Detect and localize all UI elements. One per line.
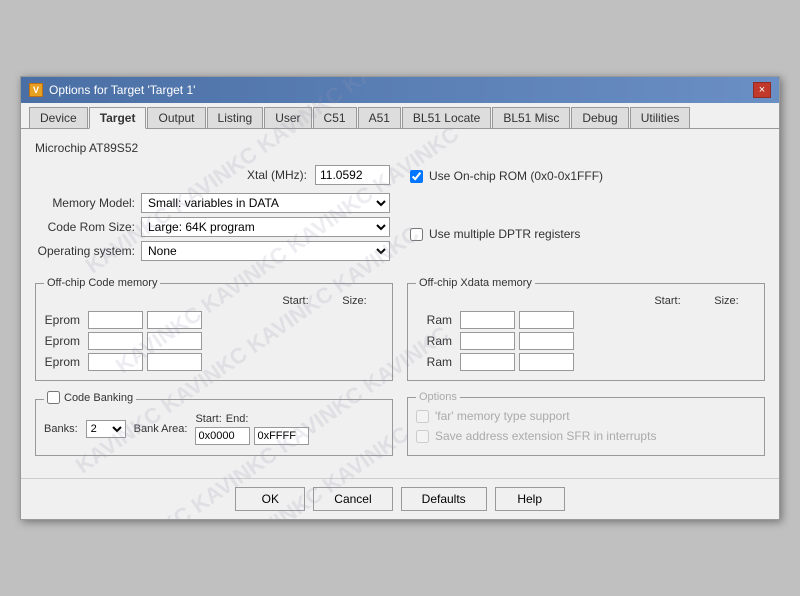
xdata-row-2-label: Ram bbox=[416, 334, 456, 348]
rom-checkbox-row: Use On-chip ROM (0x0-0x1FFF) bbox=[410, 169, 765, 183]
main-dialog: KAVINKC KAVINKC KAVINKC KAVINKC KAVINKC … bbox=[20, 76, 780, 520]
tab-content: Microchip AT89S52 Xtal (MHz): Memory Mod… bbox=[21, 129, 779, 478]
code-rom-select[interactable]: Large: 64K program bbox=[141, 217, 390, 237]
tab-debug[interactable]: Debug bbox=[571, 107, 628, 128]
defaults-button[interactable]: Defaults bbox=[401, 487, 487, 511]
save-sfr-checkbox[interactable] bbox=[416, 430, 429, 443]
xdata-start-header: Start: bbox=[640, 295, 695, 307]
banks-select[interactable]: 2 bbox=[86, 420, 126, 438]
dptr-checkbox-label: Use multiple DPTR registers bbox=[429, 227, 580, 241]
save-checkbox-row: Save address extension SFR in interrupts bbox=[416, 429, 756, 443]
code-row-3-start[interactable] bbox=[88, 353, 143, 371]
cancel-button[interactable]: Cancel bbox=[313, 487, 392, 511]
tab-utilities[interactable]: Utilities bbox=[630, 107, 691, 128]
code-row-1-start[interactable] bbox=[88, 311, 143, 329]
code-banking-label: Code Banking bbox=[64, 392, 133, 404]
xdata-size-header: Size: bbox=[699, 295, 754, 307]
xdata-row-2-size[interactable] bbox=[519, 332, 574, 350]
xdata-row-3: Ram bbox=[416, 353, 756, 371]
tab-user[interactable]: User bbox=[264, 107, 311, 128]
tab-bl51misc[interactable]: BL51 Misc bbox=[492, 107, 570, 128]
microchip-label: Microchip AT89S52 bbox=[35, 141, 765, 155]
xtal-row: Xtal (MHz): bbox=[35, 165, 390, 185]
dptr-checkbox-row: Use multiple DPTR registers bbox=[410, 227, 765, 241]
code-rom-row: Code Rom Size: Large: 64K program bbox=[35, 217, 390, 237]
os-select[interactable]: None bbox=[141, 241, 390, 261]
memory-model-row: Memory Model: Small: variables in DATA bbox=[35, 193, 390, 213]
xdata-row-2-start[interactable] bbox=[460, 332, 515, 350]
banks-label: Banks: bbox=[44, 423, 78, 435]
code-row-2-start[interactable] bbox=[88, 332, 143, 350]
code-rom-label: Code Rom Size: bbox=[35, 220, 135, 234]
tab-target[interactable]: Target bbox=[89, 107, 147, 129]
bank-area-label: Bank Area: bbox=[134, 423, 188, 435]
code-row-2-label: Eprom bbox=[44, 334, 84, 348]
bottom-section: Code Banking Banks: 2 Bank Area: Start: … bbox=[35, 391, 765, 456]
xdata-row-1-size[interactable] bbox=[519, 311, 574, 329]
xdata-row-3-label: Ram bbox=[416, 355, 456, 369]
button-bar: OK Cancel Defaults Help bbox=[21, 478, 779, 519]
left-section: Xtal (MHz): Memory Model: Small: variabl… bbox=[35, 165, 390, 265]
xdata-row-1: Ram bbox=[416, 311, 756, 329]
code-row-1: Eprom bbox=[44, 311, 384, 329]
code-banking-checkbox[interactable] bbox=[47, 391, 60, 404]
banking-start-input[interactable] bbox=[195, 427, 250, 445]
tab-listing[interactable]: Listing bbox=[207, 107, 264, 128]
memory-section: Off-chip Code memory Start: Size: Eprom … bbox=[35, 277, 765, 381]
far-memory-checkbox[interactable] bbox=[416, 410, 429, 423]
xdata-row-1-start[interactable] bbox=[460, 311, 515, 329]
code-start-header: Start: bbox=[268, 295, 323, 307]
app-icon: V bbox=[29, 83, 43, 97]
offchip-code-fieldset: Off-chip Code memory Start: Size: Eprom … bbox=[35, 277, 393, 381]
code-row-3-size[interactable] bbox=[147, 353, 202, 371]
xdata-row-3-size[interactable] bbox=[519, 353, 574, 371]
banking-end-input[interactable] bbox=[254, 427, 309, 445]
tab-c51[interactable]: C51 bbox=[313, 107, 357, 128]
ok-button[interactable]: OK bbox=[235, 487, 305, 511]
os-label: Operating system: bbox=[35, 244, 135, 258]
tab-bl51locate[interactable]: BL51 Locate bbox=[402, 107, 491, 128]
save-sfr-label: Save address extension SFR in interrupts bbox=[435, 429, 656, 443]
tab-a51[interactable]: A51 bbox=[358, 107, 401, 128]
right-section: Use On-chip ROM (0x0-0x1FFF) Use multipl… bbox=[410, 165, 765, 265]
code-row-1-label: Eprom bbox=[44, 313, 84, 327]
code-row-1-size[interactable] bbox=[147, 311, 202, 329]
memory-model-label: Memory Model: bbox=[35, 196, 135, 210]
far-memory-fieldset: Options 'far' memory type support Save a… bbox=[407, 391, 765, 456]
banking-content: Banks: 2 Bank Area: Start: End: bbox=[44, 413, 384, 445]
code-row-3: Eprom bbox=[44, 353, 384, 371]
tab-device[interactable]: Device bbox=[29, 107, 88, 128]
offchip-xdata-fieldset: Off-chip Xdata memory Start: Size: Ram R… bbox=[407, 277, 765, 381]
rom-checkbox-label: Use On-chip ROM (0x0-0x1FFF) bbox=[429, 169, 603, 183]
tab-output[interactable]: Output bbox=[147, 107, 205, 128]
xdata-row-1-label: Ram bbox=[416, 313, 456, 327]
far-checkbox-row: 'far' memory type support bbox=[416, 409, 756, 423]
xtal-label: Xtal (MHz): bbox=[247, 168, 307, 182]
code-row-2: Eprom bbox=[44, 332, 384, 350]
code-size-header: Size: bbox=[327, 295, 382, 307]
dialog-title: Options for Target 'Target 1' bbox=[49, 83, 195, 97]
banking-end-label: End: bbox=[226, 413, 249, 425]
close-button[interactable]: × bbox=[753, 82, 771, 98]
offchip-xdata-legend: Off-chip Xdata memory bbox=[416, 277, 535, 289]
banking-start-label: Start: bbox=[195, 413, 221, 425]
code-banking-legend: Code Banking bbox=[44, 391, 136, 407]
far-memory-legend: Options bbox=[416, 391, 460, 403]
code-banking-fieldset: Code Banking Banks: 2 Bank Area: Start: … bbox=[35, 391, 393, 456]
os-row: Operating system: None bbox=[35, 241, 390, 261]
title-bar: V Options for Target 'Target 1' × bbox=[21, 77, 779, 103]
tab-bar: Device Target Output Listing User C51 A5… bbox=[21, 103, 779, 129]
offchip-code-legend: Off-chip Code memory bbox=[44, 277, 160, 289]
rom-checkbox[interactable] bbox=[410, 170, 423, 183]
dptr-checkbox[interactable] bbox=[410, 228, 423, 241]
code-row-3-label: Eprom bbox=[44, 355, 84, 369]
far-memory-label: 'far' memory type support bbox=[435, 409, 570, 423]
xtal-input[interactable] bbox=[315, 165, 390, 185]
memory-model-select[interactable]: Small: variables in DATA bbox=[141, 193, 390, 213]
help-button[interactable]: Help bbox=[495, 487, 565, 511]
code-row-2-size[interactable] bbox=[147, 332, 202, 350]
xdata-row-3-start[interactable] bbox=[460, 353, 515, 371]
xdata-row-2: Ram bbox=[416, 332, 756, 350]
